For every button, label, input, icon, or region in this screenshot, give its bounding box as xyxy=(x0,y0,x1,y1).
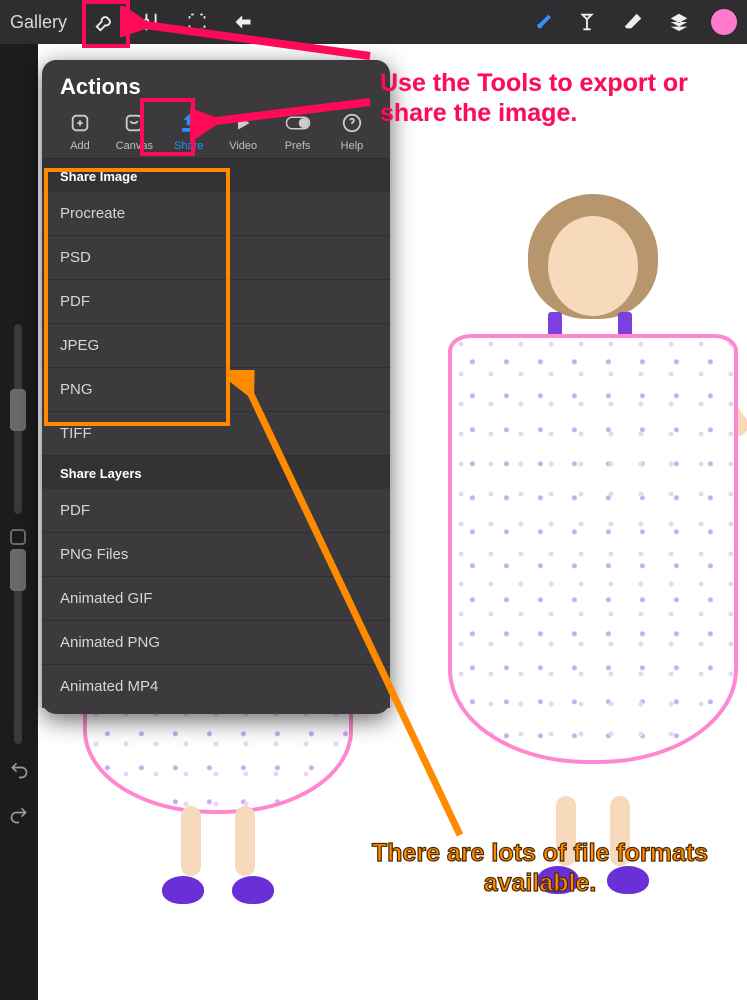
smudge-icon[interactable] xyxy=(573,8,601,36)
canvas-icon xyxy=(121,110,147,136)
eraser-icon[interactable] xyxy=(619,8,647,36)
gallery-button[interactable]: Gallery xyxy=(10,12,67,33)
modify-button[interactable] xyxy=(10,529,26,545)
undo-icon[interactable] xyxy=(9,760,29,785)
color-picker[interactable] xyxy=(711,9,737,35)
share-icon xyxy=(176,110,202,136)
help-icon xyxy=(339,110,365,136)
actions-tab-add[interactable]: Add xyxy=(56,110,104,152)
actions-tab-canvas[interactable]: Canvas xyxy=(110,110,158,152)
video-icon xyxy=(230,110,256,136)
layers-icon[interactable] xyxy=(665,8,693,36)
actions-tab-video[interactable]: Video xyxy=(219,110,267,152)
annotation-text-tools: Use the Tools to export or share the ima… xyxy=(380,68,720,128)
share-option[interactable]: TIFF xyxy=(42,412,390,456)
share-layers-option[interactable]: Animated PNG xyxy=(42,621,390,665)
actions-tabs: Add Canvas Share Video Prefs Help xyxy=(42,110,390,159)
share-option[interactable]: PDF xyxy=(42,280,390,324)
brush-icon[interactable] xyxy=(527,8,555,36)
share-image-header: Share Image xyxy=(42,159,390,192)
annotation-text-formats: There are lots of file formats available… xyxy=(360,838,720,898)
selection-icon[interactable] xyxy=(183,8,211,36)
actions-tab-help[interactable]: Help xyxy=(328,110,376,152)
share-option[interactable]: PSD xyxy=(42,236,390,280)
wrench-icon[interactable] xyxy=(91,8,119,36)
share-layers-option[interactable]: Animated GIF xyxy=(42,577,390,621)
actions-tab-label: Share xyxy=(174,140,203,152)
actions-panel: Actions Add Canvas Share Video Prefs Hel… xyxy=(42,60,390,714)
actions-tab-prefs[interactable]: Prefs xyxy=(274,110,322,152)
share-layers-option[interactable]: Animated MP4 xyxy=(42,665,390,708)
actions-tab-label: Canvas xyxy=(116,140,153,152)
share-layers-option[interactable]: PNG Files xyxy=(42,533,390,577)
actions-tab-label: Video xyxy=(229,140,257,152)
left-sidebar xyxy=(0,44,38,1000)
top-toolbar: Gallery xyxy=(0,0,747,44)
transform-icon[interactable] xyxy=(229,8,257,36)
redo-icon[interactable] xyxy=(9,805,29,830)
artwork-figure-right xyxy=(438,194,747,894)
actions-tab-label: Help xyxy=(341,140,364,152)
opacity-slider-knob[interactable] xyxy=(10,549,26,591)
adjustments-icon[interactable] xyxy=(137,8,165,36)
share-layers-header: Share Layers xyxy=(42,456,390,489)
add-icon xyxy=(67,110,93,136)
actions-title: Actions xyxy=(42,74,390,110)
actions-tab-label: Prefs xyxy=(285,140,311,152)
actions-tab-label: Add xyxy=(70,140,90,152)
brush-size-slider-knob[interactable] xyxy=(10,389,26,431)
actions-tab-share[interactable]: Share xyxy=(165,110,213,152)
share-layers-option[interactable]: PDF xyxy=(42,489,390,533)
prefs-icon xyxy=(285,110,311,136)
share-option[interactable]: Procreate xyxy=(42,192,390,236)
share-option[interactable]: PNG xyxy=(42,368,390,412)
share-option[interactable]: JPEG xyxy=(42,324,390,368)
